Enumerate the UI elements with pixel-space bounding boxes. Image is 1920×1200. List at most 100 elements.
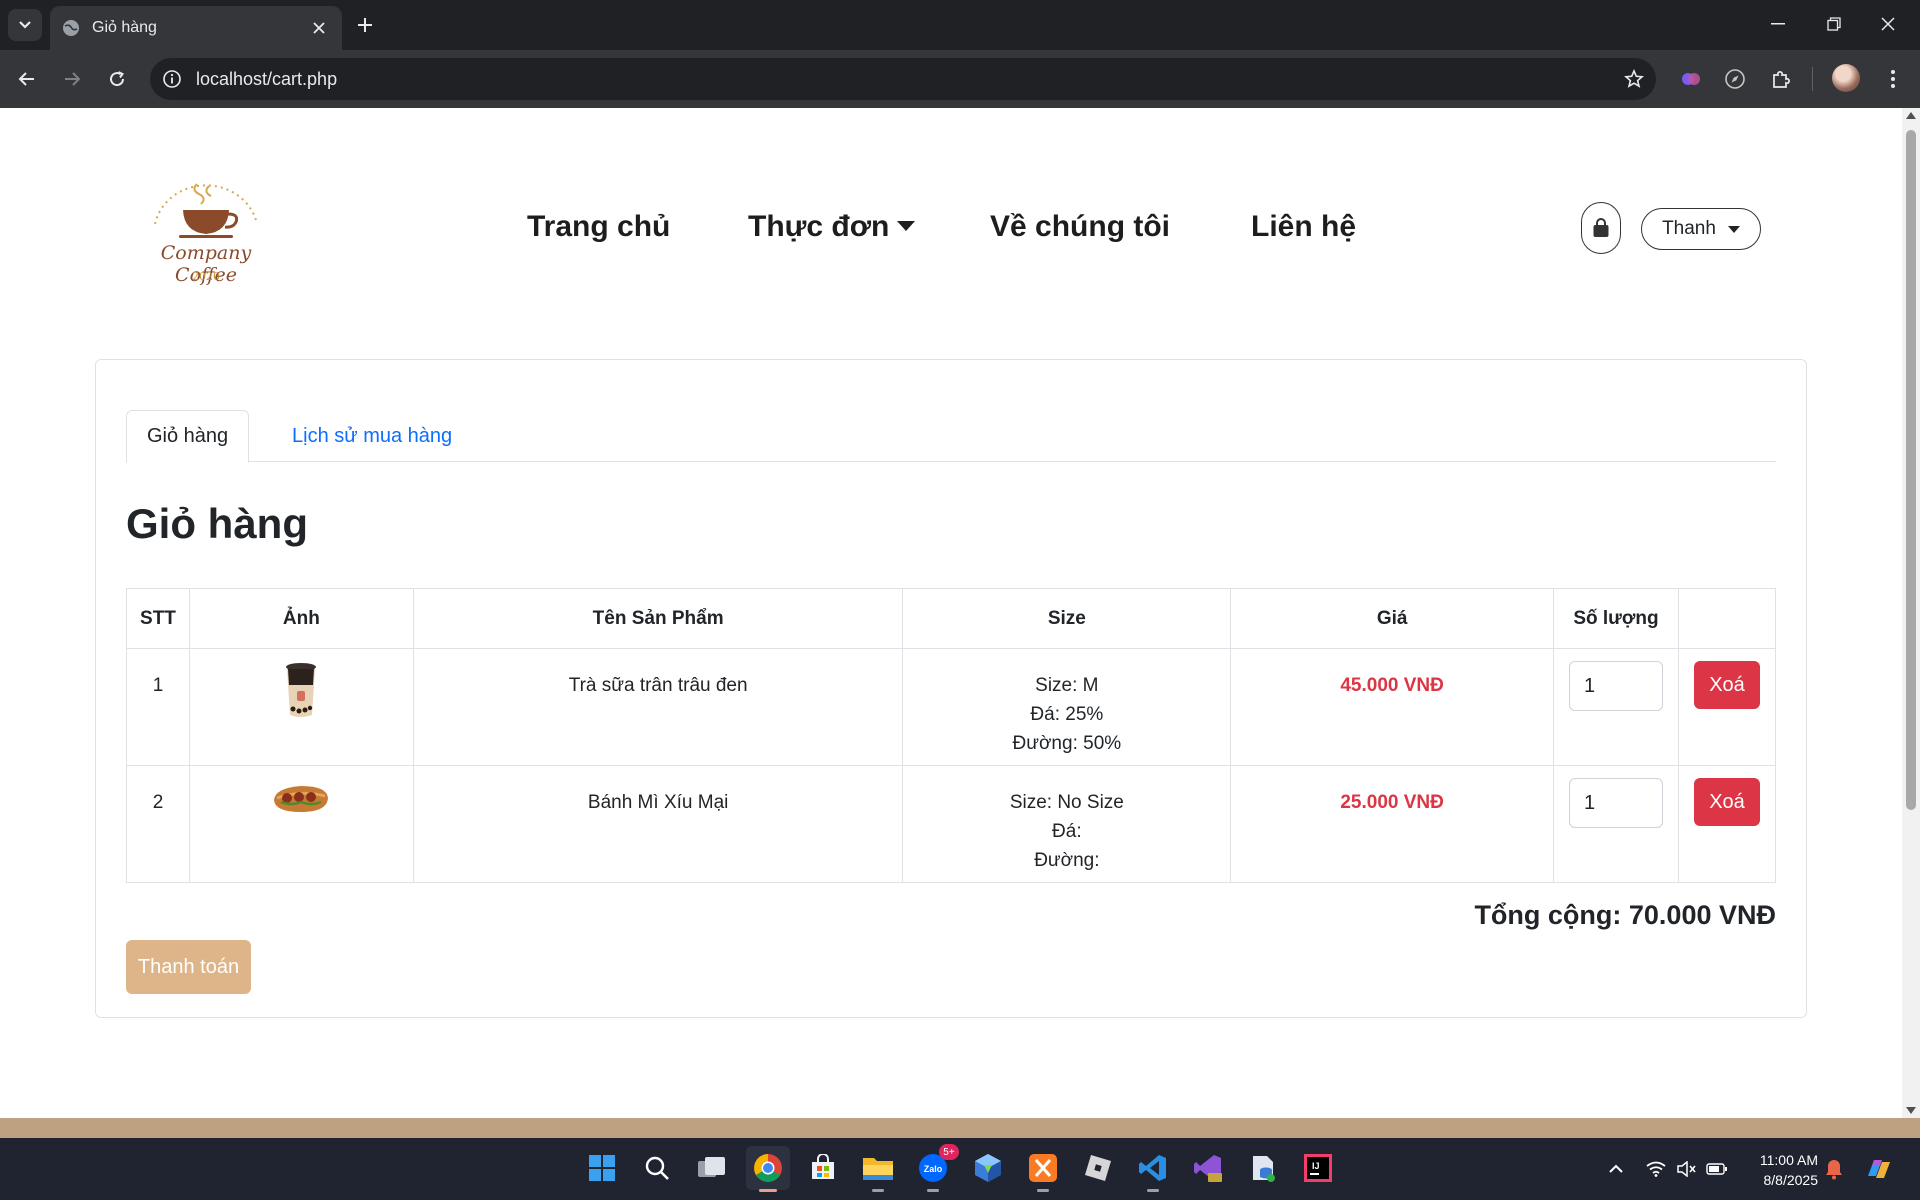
nav-home[interactable]: Trang chủ [527, 210, 670, 244]
banh-mi-image [274, 786, 329, 812]
running-indicator [927, 1189, 939, 1192]
row-stt: 1 [126, 648, 190, 766]
arrow-right-icon [65, 72, 81, 86]
scroll-up-icon[interactable] [1906, 112, 1916, 119]
address-bar[interactable]: localhost/cart.php [150, 58, 1656, 100]
taskbar-xampp[interactable] [1021, 1146, 1065, 1192]
clock-date: 8/8/2025 [1763, 1172, 1819, 1188]
clock-time: 11:00 AM [1759, 1152, 1818, 1168]
system-clock[interactable]: 11:00 AM 8/8/2025 [1748, 1150, 1818, 1190]
restore-button[interactable] [1814, 8, 1854, 40]
browser-tab[interactable]: Giỏ hàng [50, 6, 342, 50]
taskbar-vscode[interactable] [1131, 1146, 1175, 1192]
page-scrollbar[interactable] [1902, 108, 1920, 1118]
delete-button[interactable]: Xoá [1693, 661, 1760, 709]
tab-purchase-history[interactable]: Lịch sử mua hàng [272, 410, 472, 462]
chevron-up-icon[interactable] [1608, 1164, 1624, 1174]
quantity-input[interactable]: 1 [1569, 661, 1663, 711]
logo-year: 2020 [192, 270, 220, 283]
nav-contact[interactable]: Liên hệ [1251, 210, 1356, 244]
notification-bell-icon[interactable] [1824, 1158, 1844, 1180]
delete-button[interactable]: Xoá [1693, 778, 1760, 826]
profile-avatar[interactable] [1832, 64, 1860, 92]
row-options: Size: No Size Đá: Đường: [902, 765, 1232, 883]
arrow-left-icon [18, 72, 34, 86]
start-button[interactable] [580, 1146, 624, 1190]
footer-strip [0, 1118, 1920, 1138]
intellij-icon: IJ [1304, 1154, 1332, 1182]
search-icon [645, 1156, 669, 1180]
row-qty-cell: 1 [1553, 765, 1679, 883]
browser-menu-button[interactable] [1876, 62, 1910, 96]
taskbar-zalo[interactable]: Zalo 5+ [911, 1144, 959, 1192]
tab-close-button[interactable] [308, 17, 330, 39]
svg-text:Zalo: Zalo [924, 1164, 943, 1174]
extension-compass-button[interactable] [1718, 62, 1752, 96]
running-indicator [872, 1189, 884, 1192]
row-size: Size: No Size [1009, 792, 1124, 813]
milk-tea-image [286, 663, 317, 717]
row-size: Size: M [1035, 675, 1099, 696]
extension-gemini-button[interactable] [1674, 62, 1708, 96]
task-view-button[interactable] [690, 1146, 734, 1190]
taskbar-search-button[interactable] [635, 1146, 679, 1190]
row-qty-cell: 1 [1553, 648, 1679, 766]
toolbar-separator [1812, 67, 1813, 91]
wifi-icon[interactable] [1646, 1161, 1666, 1177]
checkout-button[interactable]: Thanh toán [126, 940, 251, 994]
new-tab-button[interactable] [352, 12, 378, 38]
table-row: 1 Trà sữa trân trâu đen Size: M Đá: 25% … [126, 648, 1777, 766]
scroll-down-icon[interactable] [1906, 1107, 1916, 1114]
minimize-button[interactable] [1758, 8, 1798, 40]
system-tray [1608, 1138, 1728, 1200]
back-button[interactable] [10, 62, 44, 96]
windows-logo-icon [589, 1155, 615, 1181]
chevron-down-icon [19, 21, 31, 29]
nav-menu-dropdown[interactable]: Thực đơn [748, 210, 916, 244]
roblox-icon [1085, 1155, 1111, 1181]
nav-about[interactable]: Về chúng tôi [990, 210, 1170, 244]
browser-toolbar: localhost/cart.php [0, 50, 1920, 108]
user-menu-button[interactable]: Thanh [1641, 208, 1761, 250]
copilot-icon[interactable] [1864, 1154, 1894, 1184]
taskbar-visual-studio[interactable] [1186, 1146, 1230, 1190]
bookmark-star-icon[interactable] [1624, 69, 1644, 89]
notification-badge: 5+ [939, 1144, 959, 1160]
row-sugar: Đường: [1034, 850, 1100, 871]
tab-cart[interactable]: Giỏ hàng [126, 410, 250, 463]
volume-muted-icon[interactable] [1676, 1161, 1696, 1177]
minimize-icon [1771, 23, 1785, 25]
tab-search-button[interactable] [8, 9, 42, 41]
taskbar-intellij[interactable]: IJ [1296, 1146, 1340, 1190]
taskbar-database-app[interactable] [1241, 1146, 1285, 1190]
taskbar-roblox[interactable] [1076, 1146, 1120, 1190]
scroll-thumb[interactable] [1906, 130, 1916, 810]
table-header-row: STT Ảnh Tên Sản Phẩm Size Giá Số lượng [126, 588, 1777, 649]
nav-menu-label: Thực đơn [748, 210, 890, 243]
taskbar-file-explorer[interactable] [856, 1146, 900, 1192]
forward-button[interactable] [55, 62, 89, 96]
battery-icon[interactable] [1706, 1163, 1728, 1175]
quantity-input[interactable]: 1 [1569, 778, 1663, 828]
cart-tabs: Giỏ hàng Lịch sử mua hàng [126, 410, 1776, 463]
header-price: Giá [1230, 588, 1555, 649]
row-options: Size: M Đá: 25% Đường: 50% [902, 648, 1232, 766]
close-window-button[interactable] [1868, 8, 1908, 40]
chrome-icon [754, 1154, 782, 1182]
windows-taskbar: Zalo 5+ IJ 11:00 AM 8/8/2025 [0, 1138, 1920, 1200]
row-action-cell: Xoá [1677, 648, 1777, 766]
header-actions [1677, 588, 1777, 649]
plus-icon [358, 18, 372, 32]
row-action-cell: Xoá [1677, 765, 1777, 883]
reload-button[interactable] [100, 62, 134, 96]
cart-button[interactable] [1581, 202, 1621, 254]
caret-down-icon [1727, 225, 1740, 233]
close-icon [1881, 17, 1895, 31]
database-icon [1253, 1156, 1275, 1182]
running-indicator [1037, 1189, 1049, 1192]
extensions-button[interactable] [1764, 62, 1798, 96]
taskbar-chrome[interactable] [746, 1146, 790, 1192]
row-image-cell [188, 765, 414, 883]
taskbar-store[interactable] [801, 1146, 845, 1190]
taskbar-cube-app[interactable] [966, 1146, 1010, 1190]
